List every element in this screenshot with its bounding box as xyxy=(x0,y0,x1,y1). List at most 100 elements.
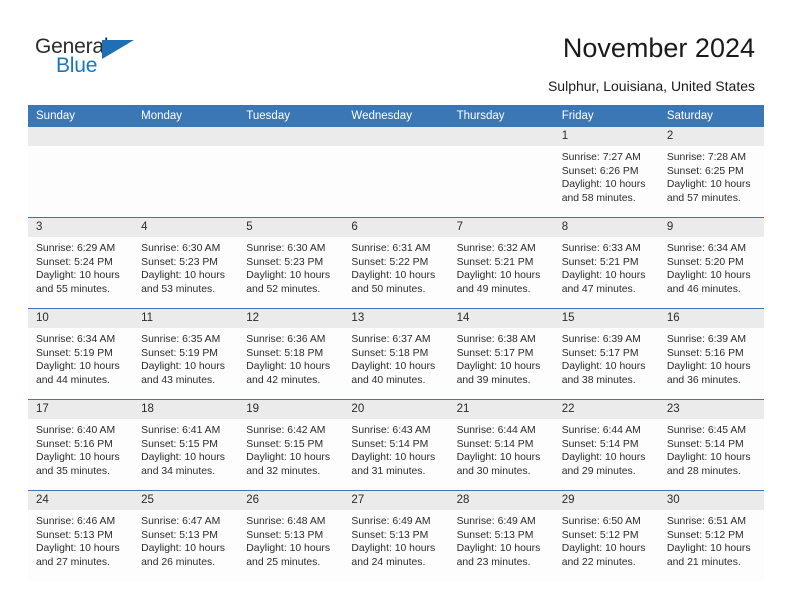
sunset-text: Sunset: 5:14 PM xyxy=(666,438,744,450)
calendar-day-cell[interactable]: 4 Sunrise: 6:30 AM Sunset: 5:23 PM Daylight… xyxy=(133,217,239,309)
sunrise-text: Sunrise: 6:44 AM xyxy=(456,425,536,436)
calendar-day-cell[interactable]: 5 Sunrise: 6:30 AM Sunset: 5:23 PM Daylight… xyxy=(238,217,344,309)
calendar-day-cell[interactable]: 8 Sunrise: 6:33 AM Sunset: 5:21 PM Daylight… xyxy=(553,217,659,309)
calendar-day-cell[interactable]: 23 Sunrise: 6:45 AM Sunset: 5:14 PM Dayligh… xyxy=(658,399,764,491)
daylight-text: Daylight: 10 hours and 30 minutes. xyxy=(456,452,541,477)
calendar-day-cell[interactable]: 19 Sunrise: 6:42 AM Sunset: 5:15 PM Dayligh… xyxy=(238,399,344,491)
weekday-header-sunday: Sunday xyxy=(28,105,134,127)
calendar-day-cell[interactable]: 9 Sunrise: 6:34 AM Sunset: 5:20 PM Daylight… xyxy=(658,217,764,309)
day-sun-info: Sunrise: 6:39 AM Sunset: 5:17 PM Daylight:… xyxy=(554,328,659,387)
calendar-day-cell[interactable]: 21 Sunrise: 6:44 AM Sunset: 5:14 PM Dayligh… xyxy=(448,399,554,491)
calendar-day-cell[interactable]: 18 Sunrise: 6:41 AM Sunset: 5:15 PM Dayligh… xyxy=(133,399,239,491)
day-sun-info: Sunrise: 6:38 AM Sunset: 5:17 PM Daylight:… xyxy=(449,328,554,387)
day-sun-info: Sunrise: 6:30 AM Sunset: 5:23 PM Daylight:… xyxy=(238,237,343,296)
day-number xyxy=(343,127,449,146)
sunset-text: Sunset: 5:13 PM xyxy=(246,529,324,541)
weekday-header-row: Sunday Monday Tuesday Wednesday Thursday… xyxy=(28,105,764,127)
calendar-day-cell[interactable]: 7 Sunrise: 6:32 AM Sunset: 5:21 PM Daylight… xyxy=(448,217,554,309)
calendar-head: Sunday Monday Tuesday Wednesday Thursday… xyxy=(28,105,764,127)
calendar-day-cell[interactable]: 17 Sunrise: 6:40 AM Sunset: 5:16 PM Dayligh… xyxy=(28,399,134,491)
day-number: 28 xyxy=(448,491,554,510)
day-number: 7 xyxy=(448,218,554,237)
calendar-day-cell[interactable]: 24 Sunrise: 6:46 AM Sunset: 5:13 PM Dayligh… xyxy=(28,490,134,581)
sunset-text: Sunset: 5:17 PM xyxy=(456,347,534,359)
day-cell-inner: 1 Sunrise: 7:27 AM Sunset: 6:26 PM Daylight… xyxy=(553,127,659,217)
sunset-text: Sunset: 5:13 PM xyxy=(141,529,218,541)
calendar-grid: Sunday Monday Tuesday Wednesday Thursday… xyxy=(28,105,764,581)
day-cell-inner: 4 Sunrise: 6:30 AM Sunset: 5:23 PM Daylight… xyxy=(133,218,239,308)
calendar-day-cell[interactable]: 3 Sunrise: 6:29 AM Sunset: 5:24 PM Daylight… xyxy=(28,217,134,309)
calendar-day-cell[interactable]: 16 Sunrise: 6:39 AM Sunset: 5:16 PM Dayligh… xyxy=(658,308,764,400)
day-sun-info: Sunrise: 6:37 AM Sunset: 5:18 PM Daylight:… xyxy=(343,328,448,387)
calendar-day-cell[interactable]: 22 Sunrise: 6:44 AM Sunset: 5:14 PM Dayligh… xyxy=(553,399,659,491)
sunrise-text: Sunrise: 6:34 AM xyxy=(36,334,116,345)
sunset-text: Sunset: 6:26 PM xyxy=(561,165,639,177)
sunset-text: Sunset: 5:23 PM xyxy=(246,256,324,268)
brand-name-bottom: Blue xyxy=(56,54,98,77)
daylight-text: Daylight: 10 hours and 53 minutes. xyxy=(141,270,225,295)
weekday-header-tuesday: Tuesday xyxy=(238,105,344,127)
calendar-day-cell[interactable]: 10 Sunrise: 6:34 AM Sunset: 5:19 PM Dayligh… xyxy=(28,308,134,400)
day-sun-info: Sunrise: 6:31 AM Sunset: 5:22 PM Daylight:… xyxy=(343,237,448,296)
day-sun-info: Sunrise: 6:45 AM Sunset: 5:14 PM Daylight:… xyxy=(659,419,764,478)
daylight-text: Daylight: 10 hours and 31 minutes. xyxy=(351,452,436,477)
day-number: 12 xyxy=(238,309,344,328)
weekday-header-saturday: Saturday xyxy=(658,105,764,127)
calendar-day-cell[interactable]: 30 Sunrise: 6:51 AM Sunset: 5:12 PM Dayligh… xyxy=(658,490,764,581)
day-cell-inner: 25 Sunrise: 6:47 AM Sunset: 5:13 PM Dayligh… xyxy=(133,491,239,581)
sunrise-text: Sunrise: 6:49 AM xyxy=(456,516,536,527)
day-sun-info: Sunrise: 6:44 AM Sunset: 5:14 PM Daylight:… xyxy=(554,419,659,478)
day-number: 26 xyxy=(238,491,344,510)
day-sun-info: Sunrise: 6:44 AM Sunset: 5:14 PM Daylight:… xyxy=(449,419,554,478)
day-cell-inner xyxy=(133,127,239,217)
calendar-week-row: 1 Sunrise: 7:27 AM Sunset: 6:26 PM Daylight… xyxy=(28,127,764,218)
calendar-week-row: 10 Sunrise: 6:34 AM Sunset: 5:19 PM Dayligh… xyxy=(28,308,764,400)
sunrise-text: Sunrise: 6:29 AM xyxy=(36,243,116,254)
calendar-day-cell-empty xyxy=(133,127,239,218)
daylight-text: Daylight: 10 hours and 28 minutes. xyxy=(666,452,751,477)
sunset-text: Sunset: 5:18 PM xyxy=(351,347,429,359)
calendar-day-cell[interactable]: 15 Sunrise: 6:39 AM Sunset: 5:17 PM Dayligh… xyxy=(553,308,659,400)
sunrise-text: Sunrise: 6:44 AM xyxy=(561,425,641,436)
day-number: 16 xyxy=(658,309,764,328)
calendar-day-cell[interactable]: 27 Sunrise: 6:49 AM Sunset: 5:13 PM Dayligh… xyxy=(343,490,449,581)
day-cell-inner: 6 Sunrise: 6:31 AM Sunset: 5:22 PM Daylight… xyxy=(343,218,449,308)
calendar-day-cell[interactable]: 29 Sunrise: 6:50 AM Sunset: 5:12 PM Dayligh… xyxy=(553,490,659,581)
daylight-text: Daylight: 10 hours and 42 minutes. xyxy=(246,361,331,386)
calendar-week-row: 24 Sunrise: 6:46 AM Sunset: 5:13 PM Dayligh… xyxy=(28,490,764,581)
calendar-day-cell[interactable]: 2 Sunrise: 7:28 AM Sunset: 6:25 PM Daylight… xyxy=(658,127,764,218)
day-cell-inner: 21 Sunrise: 6:44 AM Sunset: 5:14 PM Dayligh… xyxy=(448,400,554,490)
calendar-day-cell[interactable]: 14 Sunrise: 6:38 AM Sunset: 5:17 PM Dayligh… xyxy=(448,308,554,400)
weekday-header-thursday: Thursday xyxy=(448,105,554,127)
day-sun-info: Sunrise: 6:41 AM Sunset: 5:15 PM Daylight:… xyxy=(133,419,238,478)
day-number: 2 xyxy=(658,127,764,146)
calendar-table: Sunday Monday Tuesday Wednesday Thursday… xyxy=(28,105,764,581)
daylight-text: Daylight: 10 hours and 27 minutes. xyxy=(36,543,120,568)
triangle-icon xyxy=(102,40,134,59)
daylight-text: Daylight: 10 hours and 35 minutes. xyxy=(36,452,120,477)
day-number: 10 xyxy=(28,309,134,328)
sunrise-text: Sunrise: 6:36 AM xyxy=(246,334,326,345)
daylight-text: Daylight: 10 hours and 55 minutes. xyxy=(36,270,120,295)
calendar-day-cell[interactable]: 1 Sunrise: 7:27 AM Sunset: 6:26 PM Daylight… xyxy=(553,127,659,218)
calendar-week-row: 3 Sunrise: 6:29 AM Sunset: 5:24 PM Daylight… xyxy=(28,217,764,309)
calendar-day-cell[interactable]: 6 Sunrise: 6:31 AM Sunset: 5:22 PM Daylight… xyxy=(343,217,449,309)
calendar-day-cell[interactable]: 20 Sunrise: 6:43 AM Sunset: 5:14 PM Dayligh… xyxy=(343,399,449,491)
calendar-day-cell[interactable]: 25 Sunrise: 6:47 AM Sunset: 5:13 PM Dayligh… xyxy=(133,490,239,581)
calendar-day-cell[interactable]: 28 Sunrise: 6:49 AM Sunset: 5:13 PM Dayligh… xyxy=(448,490,554,581)
sunrise-text: Sunrise: 6:42 AM xyxy=(246,425,326,436)
sunset-text: Sunset: 5:13 PM xyxy=(36,529,113,541)
brand-logo[interactable]: General Blue xyxy=(35,36,195,84)
day-number: 14 xyxy=(448,309,554,328)
day-cell-inner xyxy=(343,127,449,217)
day-cell-inner: 16 Sunrise: 6:39 AM Sunset: 5:16 PM Dayligh… xyxy=(658,309,764,399)
calendar-day-cell[interactable]: 11 Sunrise: 6:35 AM Sunset: 5:19 PM Dayligh… xyxy=(133,308,239,400)
day-sun-info: Sunrise: 6:33 AM Sunset: 5:21 PM Daylight:… xyxy=(554,237,659,296)
calendar-day-cell[interactable]: 26 Sunrise: 6:48 AM Sunset: 5:13 PM Dayligh… xyxy=(238,490,344,581)
calendar-day-cell[interactable]: 13 Sunrise: 6:37 AM Sunset: 5:18 PM Dayligh… xyxy=(343,308,449,400)
calendar-day-cell[interactable]: 12 Sunrise: 6:36 AM Sunset: 5:18 PM Dayligh… xyxy=(238,308,344,400)
day-sun-info: Sunrise: 6:43 AM Sunset: 5:14 PM Daylight:… xyxy=(343,419,448,478)
day-cell-inner: 11 Sunrise: 6:35 AM Sunset: 5:19 PM Dayligh… xyxy=(133,309,239,399)
day-number: 22 xyxy=(553,400,659,419)
sunrise-text: Sunrise: 6:32 AM xyxy=(456,243,536,254)
